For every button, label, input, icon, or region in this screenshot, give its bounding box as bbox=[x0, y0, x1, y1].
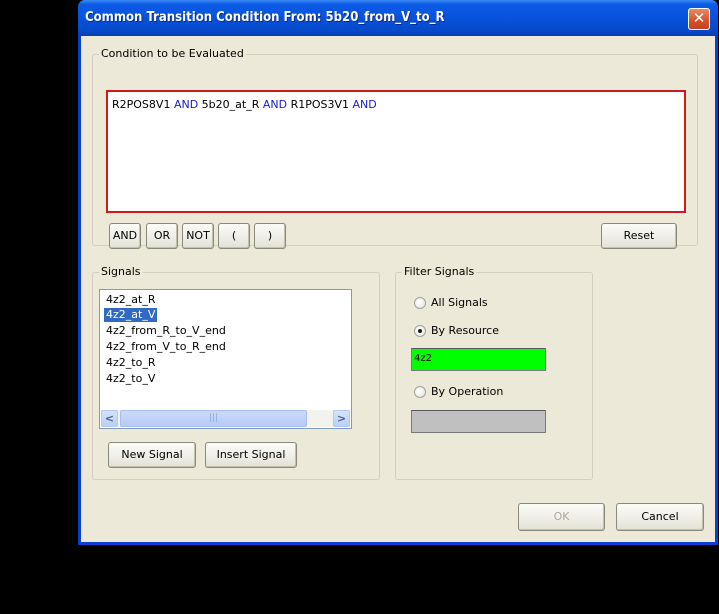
insert-signal-button[interactable]: Insert Signal bbox=[205, 442, 297, 468]
new-signal-button[interactable]: New Signal bbox=[108, 442, 196, 468]
reset-button[interactable]: Reset bbox=[601, 223, 677, 249]
condition-operator: AND bbox=[352, 98, 377, 111]
operation-filter-input[interactable] bbox=[411, 410, 546, 433]
scroll-thumb[interactable]: ||| bbox=[120, 410, 307, 427]
filter-group-label: Filter Signals bbox=[402, 265, 477, 278]
by-operation-label[interactable]: By Operation bbox=[431, 385, 503, 398]
ok-button[interactable]: OK bbox=[518, 503, 605, 531]
signals-group-label: Signals bbox=[99, 265, 143, 278]
condition-operator: AND bbox=[262, 98, 288, 111]
by-operation-radio[interactable] bbox=[414, 386, 426, 398]
condition-editor[interactable]: R2POS8V1 AND 5b20_at_R AND R1POS3V1 AND bbox=[106, 90, 686, 213]
close-paren-button[interactable]: ) bbox=[254, 223, 286, 249]
transition-condition-dialog: Common Transition Condition From: 5b20_f… bbox=[78, 0, 718, 545]
signal-list-item[interactable]: 4z2_to_V bbox=[104, 372, 157, 386]
grip-icon: ||| bbox=[208, 413, 219, 423]
close-icon: ✕ bbox=[692, 9, 706, 27]
all-signals-label[interactable]: All Signals bbox=[431, 296, 488, 309]
title-bar[interactable]: Common Transition Condition From: 5b20_f… bbox=[78, 0, 718, 36]
window-title: Common Transition Condition From: 5b20_f… bbox=[85, 10, 445, 25]
signal-list-item[interactable]: 4z2_from_R_to_V_end bbox=[104, 324, 228, 338]
horizontal-scrollbar[interactable]: < ||| > bbox=[101, 410, 350, 427]
or-button[interactable]: OR bbox=[146, 223, 178, 249]
by-resource-label[interactable]: By Resource bbox=[431, 324, 499, 337]
resource-filter-input[interactable]: 4z2 bbox=[411, 348, 546, 371]
chevron-right-icon: > bbox=[336, 412, 347, 425]
and-button[interactable]: AND bbox=[109, 223, 141, 249]
scroll-right-button[interactable]: > bbox=[333, 410, 350, 427]
close-button[interactable]: ✕ bbox=[688, 8, 710, 30]
signal-list-item[interactable]: 4z2_from_V_to_R_end bbox=[104, 340, 228, 354]
condition-token: 5b20_at_R bbox=[201, 98, 260, 111]
not-button[interactable]: NOT bbox=[182, 223, 214, 249]
all-signals-radio[interactable] bbox=[414, 297, 426, 309]
signal-list-item[interactable]: 4z2_at_R bbox=[104, 293, 157, 307]
dialog-body: Condition to be Evaluated R2POS8V1 AND 5… bbox=[81, 36, 715, 542]
condition-token: R2POS8V1 bbox=[112, 98, 171, 111]
open-paren-button[interactable]: ( bbox=[218, 223, 250, 249]
condition-token: R1POS3V1 bbox=[290, 98, 350, 111]
cancel-button[interactable]: Cancel bbox=[616, 503, 704, 531]
condition-group-label: Condition to be Evaluated bbox=[99, 47, 246, 60]
chevron-left-icon: < bbox=[104, 412, 115, 425]
signal-list-item-selected[interactable]: 4z2_at_V bbox=[104, 308, 158, 322]
scroll-left-button[interactable]: < bbox=[101, 410, 118, 427]
condition-text: R2POS8V1 AND 5b20_at_R AND R1POS3V1 AND bbox=[112, 98, 377, 111]
signal-list-item[interactable]: 4z2_to_R bbox=[104, 356, 157, 370]
condition-operator: AND bbox=[173, 98, 199, 111]
condition-group: Condition to be Evaluated R2POS8V1 AND 5… bbox=[92, 47, 698, 249]
signals-list[interactable]: 4z2_at_R 4z2_at_V 4z2_from_R_to_V_end 4z… bbox=[99, 289, 352, 429]
by-resource-radio[interactable] bbox=[414, 325, 426, 337]
